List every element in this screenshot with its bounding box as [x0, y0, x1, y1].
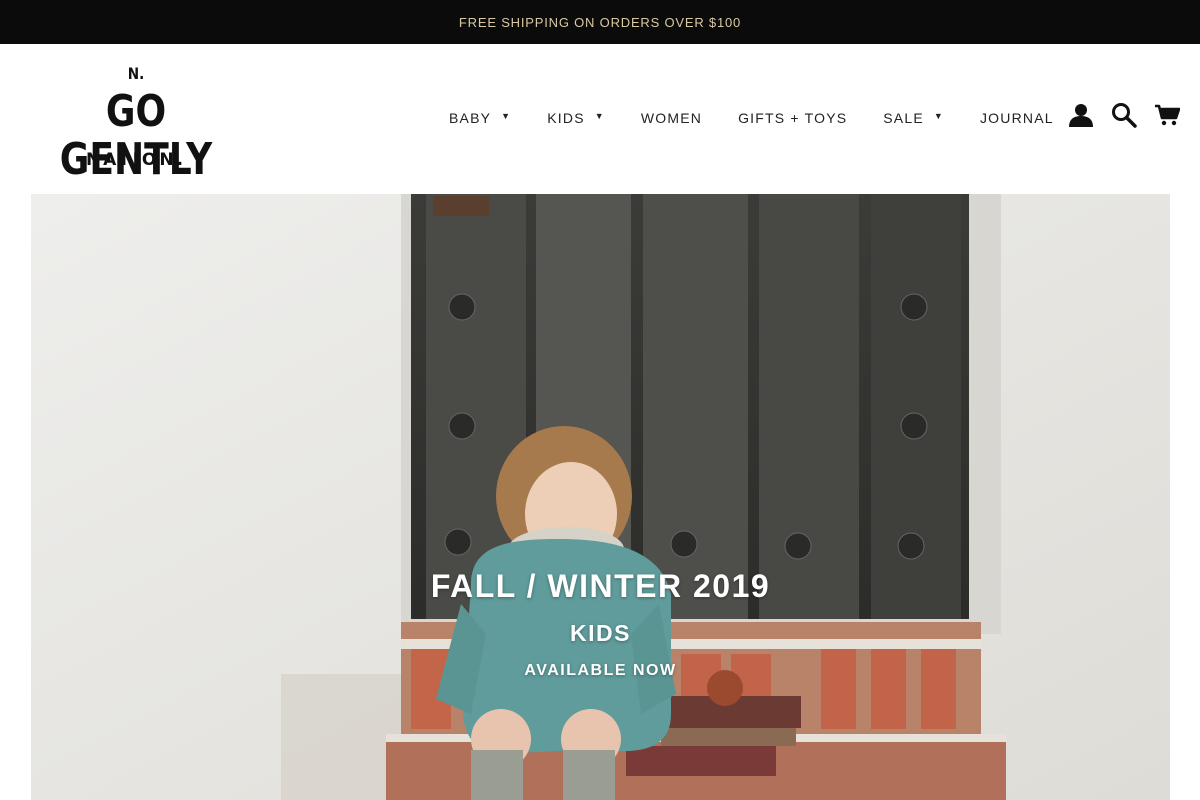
hero-cta-link[interactable]: AVAILABLE NOW	[31, 662, 1170, 680]
nav-item-label: BABY	[449, 110, 492, 126]
search-icon[interactable]	[1109, 100, 1139, 130]
nav-item-baby[interactable]: BABY ▼	[449, 110, 511, 126]
site-header: N. GO GENTLY NATION. BABY ▼ KIDS ▼ WOMEN…	[0, 44, 1200, 194]
nav-item-gifts-toys[interactable]: GIFTS + TOYS	[738, 110, 847, 126]
caret-down-icon: ▼	[594, 111, 605, 121]
nav-item-women[interactable]: WOMEN	[641, 110, 702, 126]
announcement-bar: FREE SHIPPING ON ORDERS OVER $100	[0, 0, 1200, 44]
nav-item-journal[interactable]: JOURNAL	[980, 110, 1054, 126]
hero-banner[interactable]: FALL / WINTER 2019 KIDS AVAILABLE NOW	[31, 194, 1170, 800]
nav-item-sale[interactable]: SALE ▼	[883, 110, 944, 126]
logo[interactable]: N. GO GENTLY NATION.	[36, 64, 241, 184]
nav-item-label: KIDS	[547, 110, 585, 126]
nav-item-label: GIFTS + TOYS	[738, 110, 848, 126]
logo-bottom: NATION.	[85, 150, 187, 170]
hero-title: FALL / WINTER 2019	[430, 568, 771, 604]
caret-down-icon: ▼	[933, 111, 944, 121]
nav-item-label: JOURNAL	[979, 110, 1054, 126]
main-nav: BABY ▼ KIDS ▼ WOMEN GIFTS + TOYS SALE ▼ …	[449, 108, 1054, 128]
nav-item-kids[interactable]: KIDS ▼	[547, 110, 605, 126]
nav-item-label: SALE	[883, 110, 924, 126]
account-icon[interactable]	[1066, 100, 1096, 130]
announcement-text: FREE SHIPPING ON ORDERS OVER $100	[458, 14, 742, 30]
hero-subtitle: KIDS	[570, 620, 631, 646]
nav-item-label: WOMEN	[640, 110, 703, 126]
caret-down-icon: ▼	[501, 111, 512, 121]
header-icons	[1066, 100, 1182, 130]
hero-image	[31, 194, 1170, 800]
logo-top: N.	[127, 64, 145, 83]
cart-icon[interactable]	[1152, 100, 1182, 130]
